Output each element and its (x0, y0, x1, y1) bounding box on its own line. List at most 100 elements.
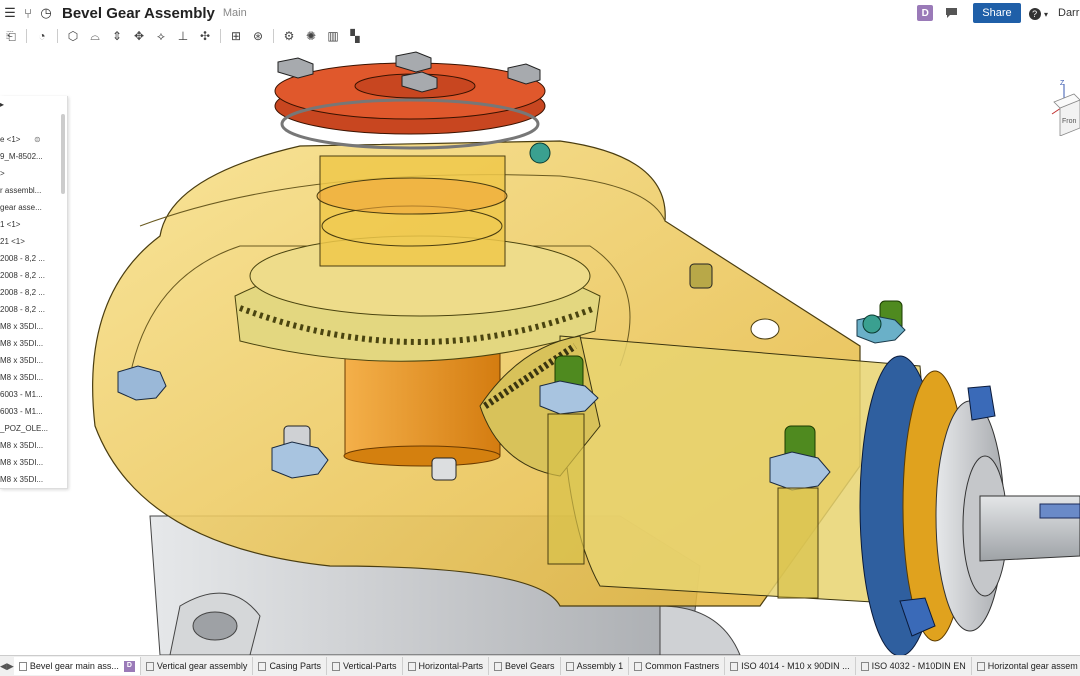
view-cube-face-label: Fron (1062, 118, 1077, 125)
tab-casing-parts[interactable]: Casing Parts (253, 657, 327, 675)
list-item[interactable]: > (0, 168, 5, 180)
tab-vertical-gear-assembly[interactable]: Vertical gear assembly (141, 657, 254, 675)
tab-horizontal-gear-assem[interactable]: Horizontal gear assem (972, 657, 1080, 675)
assembly-icon (145, 661, 154, 671)
graphics-viewport[interactable]: Z Fron ▸ ⊜ e <1> 9_M-8502... > r assembl… (0, 46, 1080, 655)
screw-relation-icon[interactable]: ▥ (322, 27, 344, 45)
panel-scrollbar[interactable] (61, 114, 65, 194)
ball-mate-icon[interactable]: ✣ (194, 27, 216, 45)
tab-label: Common Fastners (645, 661, 720, 671)
shaft-housing-ring-2 (316, 177, 508, 215)
list-item[interactable]: e <1> (0, 134, 20, 146)
casing-lug-hole (750, 318, 780, 340)
tab-label: Vertical gear assembly (156, 661, 248, 671)
list-item[interactable]: M8 x 35DI... (0, 338, 43, 350)
tab-bevel-gear-main[interactable]: Bevel gear main ass... D (13, 657, 141, 675)
hide-icon[interactable]: ⊜ (34, 135, 41, 144)
list-item[interactable]: 9_M-8502... (0, 151, 43, 163)
history-icon[interactable]: ◷ (38, 5, 54, 21)
gear-hub-bottom (343, 445, 501, 467)
tab-label: ISO 4014 - M10 x 90DIN ... (741, 661, 850, 671)
list-item[interactable]: M8 x 35DI... (0, 474, 43, 486)
assembly-icon (565, 661, 574, 671)
header-actions: D Share ? ▾ Darr (917, 0, 1080, 26)
undo-redo-icon[interactable]: ◔ (31, 27, 53, 45)
help-button[interactable]: ? ▾ (1028, 6, 1048, 20)
toolbar-divider (26, 29, 27, 43)
part-studio-icon (634, 661, 643, 671)
document-title[interactable]: Bevel Gear Assembly (62, 5, 215, 22)
branch-icon[interactable]: ⑂ (20, 5, 36, 21)
planar-mate-icon[interactable]: ✥ (128, 27, 150, 45)
tab-label: Vertical-Parts (342, 661, 397, 671)
tab-scroll-left-icon[interactable]: ◀ (0, 657, 7, 675)
view-cube-axis-label: Z (1060, 80, 1065, 87)
instance-list-panel: ▸ ⊜ e <1> 9_M-8502... > r assembl... gea… (0, 96, 68, 489)
toolbar-divider (273, 29, 274, 43)
list-item[interactable]: M8 x 35DI... (0, 372, 43, 384)
toolbar-divider (57, 29, 58, 43)
list-item[interactable]: 1 <1> (0, 219, 20, 231)
tab-label: Bevel Gears (505, 661, 555, 671)
list-item[interactable]: r assembl... (0, 185, 41, 197)
branch-name[interactable]: Main (223, 7, 247, 19)
insert-icon[interactable]: ⎗ (0, 27, 22, 45)
tab-assembly-1[interactable]: Assembly 1 (561, 657, 630, 675)
part-studio-icon (331, 661, 340, 671)
list-item[interactable]: M8 x 35DI... (0, 321, 43, 333)
list-item[interactable]: gear asse... (0, 202, 42, 214)
group-icon[interactable]: ⊛ (247, 27, 269, 45)
fastened-mate-icon[interactable]: ⬡ (62, 27, 84, 45)
assembly-icon (976, 661, 985, 671)
comments-icon[interactable] (943, 5, 959, 21)
part-studio-icon (494, 661, 503, 671)
list-item[interactable]: 21 <1> (0, 236, 25, 248)
document-badge[interactable]: D (917, 5, 934, 21)
tab-label: Horizontal gear assem (987, 661, 1078, 671)
share-button[interactable]: Share (973, 3, 1021, 23)
linear-pattern-icon[interactable]: ▚ (344, 27, 366, 45)
housing-hole (192, 611, 238, 641)
tab-horizontal-parts[interactable]: Horizontal-Parts (403, 657, 490, 675)
pin-slot-mate-icon[interactable]: ⊥ (172, 27, 194, 45)
toolbar: ⎗ ◔ ⬡ ⌓ ⇕ ✥ ⟡ ⊥ ✣ ⊞ ⊛ ⚙ ✺ ▥ ▚ (0, 26, 1080, 46)
tab-label: Casing Parts (269, 661, 321, 671)
list-item[interactable]: M8 x 35DI... (0, 440, 43, 452)
list-item[interactable]: 2008 - 8,2 ... (0, 304, 45, 316)
bevel-gear-assembly-model[interactable] (0, 46, 1080, 655)
shaft-key (1039, 503, 1080, 519)
cylindrical-mate-icon[interactable]: ⟡ (150, 27, 172, 45)
tab-iso-4014[interactable]: ISO 4014 - M10 x 90DIN ... (725, 657, 856, 675)
tab-scroll-right-icon[interactable]: ▶ (7, 657, 14, 675)
list-item[interactable]: 2008 - 8,2 ... (0, 287, 45, 299)
tab-badge: D (123, 660, 135, 672)
chevron-down-icon: ▾ (1043, 10, 1048, 19)
tab-iso-4032[interactable]: ISO 4032 - M10DIN EN (856, 657, 972, 675)
list-item[interactable]: 2008 - 8,2 ... (0, 270, 45, 282)
rack-pinion-icon[interactable]: ✺ (300, 27, 322, 45)
grease-fitting-right (862, 314, 882, 334)
tab-common-fastners[interactable]: Common Fastners (629, 657, 726, 675)
tab-bevel-gears[interactable]: Bevel Gears (489, 657, 561, 675)
menu-icon[interactable]: ☰ (2, 5, 18, 21)
tab-label: Bevel gear main ass... (29, 661, 119, 671)
list-item[interactable]: _POZ_OLE... (0, 423, 48, 435)
user-menu[interactable]: Darr (1058, 7, 1080, 19)
view-cube[interactable]: Z Fron (1050, 66, 1080, 137)
part-studio-icon (258, 661, 267, 671)
slider-mate-icon[interactable]: ⇕ (106, 27, 128, 45)
list-item[interactable]: M8 x 35DI... (0, 355, 43, 367)
grease-fitting (529, 142, 551, 164)
list-item[interactable]: 2008 - 8,2 ... (0, 253, 45, 265)
top-bar: ☰ ⑂ ◷ Bevel Gear Assembly Main D Share ?… (0, 0, 1080, 27)
list-item[interactable]: 6003 - M1... (0, 406, 43, 418)
revolute-mate-icon[interactable]: ⌓ (84, 27, 106, 45)
gear-relation-icon[interactable]: ⚙ (278, 27, 300, 45)
collapse-indicator[interactable]: ▸ (0, 100, 4, 109)
list-item[interactable]: M8 x 35DI... (0, 457, 43, 469)
list-item[interactable]: 6003 - M1... (0, 389, 43, 401)
tab-vertical-parts[interactable]: Vertical-Parts (327, 657, 403, 675)
flange-bolt-blue-top (967, 385, 996, 421)
mate-connector-icon[interactable]: ⊞ (225, 27, 247, 45)
tab-label: ISO 4032 - M10DIN EN (871, 661, 966, 671)
